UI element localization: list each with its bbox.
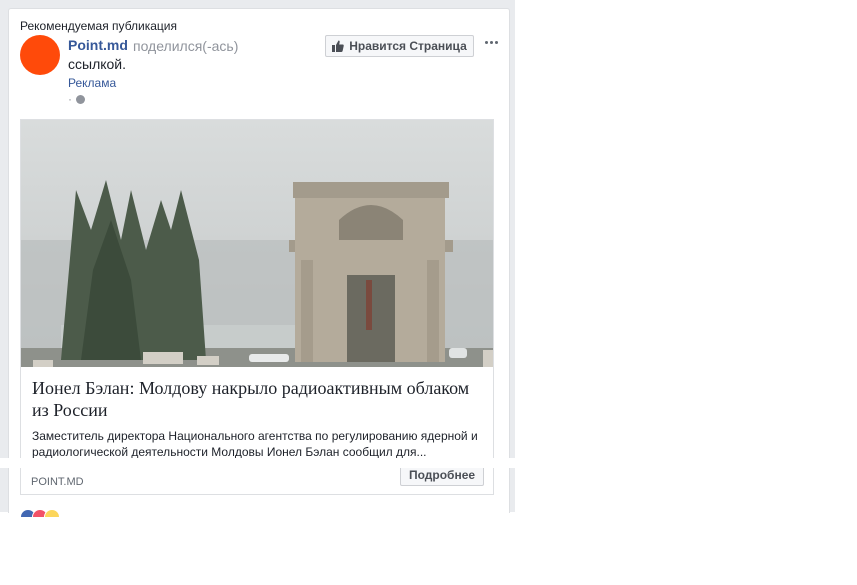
suggested-post-label: Рекомендуемая публикация [20, 19, 177, 33]
foggy-arch-photo [21, 120, 493, 367]
privacy-indicator: · [68, 92, 85, 106]
link-preview-card[interactable]: Ионел Бэлан: Молдову накрыло радиоактивн… [20, 119, 494, 495]
link-preview-image[interactable] [21, 120, 493, 367]
ellipsis-icon-dot [494, 40, 498, 44]
link-headline[interactable]: Ионел Бэлан: Молдову накрыло радиоактивн… [32, 377, 472, 421]
page-name-link[interactable]: Point.md [68, 37, 128, 53]
render-strip [0, 458, 515, 468]
like-page-button[interactable]: Нравится Страница [325, 35, 474, 57]
like-page-label: Нравится Страница [349, 39, 467, 53]
separator-dot: · [68, 92, 72, 106]
globe-icon[interactable] [76, 94, 85, 104]
shared-text: поделился(-ась) [133, 38, 239, 54]
link-word[interactable]: ссылкой. [68, 56, 126, 72]
ellipsis-icon-dot [484, 40, 488, 44]
more-options-button[interactable] [482, 36, 500, 48]
haha-reaction-icon [44, 509, 60, 517]
link-description: Заместитель директора Национального аген… [32, 429, 478, 459]
reaction-icons[interactable] [20, 509, 70, 517]
sponsored-label[interactable]: Реклама [68, 76, 116, 90]
ellipsis-icon-dot [489, 40, 493, 44]
thumbs-up-icon [332, 40, 345, 52]
link-domain: POINT.MD [31, 476, 84, 488]
page-avatar[interactable] [20, 35, 60, 75]
